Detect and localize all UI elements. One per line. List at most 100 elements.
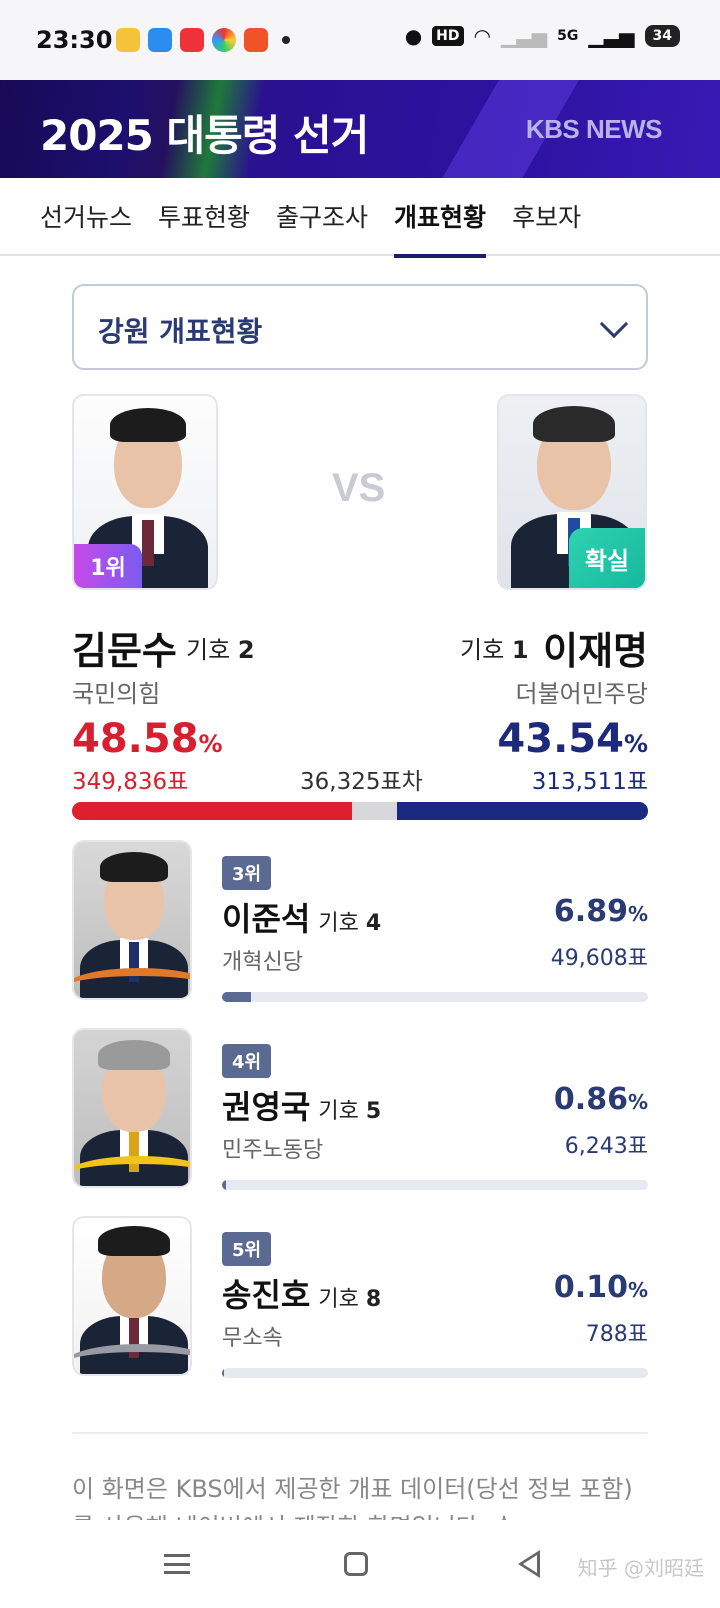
status-time: 23:30 — [36, 26, 113, 54]
candidate-name: 송진호 기호 8 — [222, 1270, 381, 1316]
xiaohongshu-icon — [180, 28, 204, 52]
candidate-percent: 6.89% — [554, 894, 648, 929]
notification-icons — [116, 28, 290, 52]
battery-icon: 34 — [644, 25, 680, 47]
tab-count[interactable]: 개표현황 — [394, 178, 487, 258]
confirmed-badge: 확실 — [569, 528, 645, 588]
percent-value: 0.86 — [553, 1082, 628, 1117]
photo-hair — [100, 852, 168, 882]
runner-up-photo[interactable]: 확실 — [497, 394, 647, 590]
leader-name: 김문수 — [72, 629, 177, 673]
kbs-news-logo[interactable]: KBS NEWS — [526, 114, 663, 145]
head-to-head-bar — [72, 802, 648, 820]
percent-sign: % — [198, 730, 223, 758]
candidate-share-fill — [222, 1368, 224, 1378]
candidate-photo — [72, 1028, 192, 1188]
candidate-row[interactable]: 4위 권영국 기호 5 민주노동당 0.86% 6,243표 — [72, 1028, 648, 1196]
signal-icon: ▁▃▅ — [500, 24, 548, 48]
percent-sign: % — [627, 902, 648, 926]
percent-sign: % — [627, 1090, 648, 1114]
rank-tag: 4위 — [222, 1044, 272, 1078]
candidate-share-fill — [222, 1180, 226, 1190]
banner-title: 2025 대통령 선거 — [40, 111, 369, 160]
recent-apps-button[interactable] — [164, 1554, 190, 1574]
photo-swoosh — [74, 1344, 190, 1374]
candidate-share-bar — [222, 1368, 648, 1378]
candidate-photo — [72, 1216, 192, 1376]
region-select[interactable]: 강원 개표현황 — [72, 284, 648, 370]
runner-up-number: 기호 1 — [460, 630, 529, 665]
runner-up-votes: 313,511표 — [531, 769, 648, 795]
candidate-share-fill — [222, 992, 252, 1002]
election-tabs: 선거뉴스 투표현황 출구조사 개표현황 후보자 — [0, 178, 720, 258]
status-right: ● HD ◠ ▁▃▅ 5G ▁▃▅ 34 — [405, 24, 680, 48]
candidate-party: 개혁신당 — [222, 950, 303, 975]
video-icon — [244, 28, 268, 52]
vs-label: VS — [332, 466, 386, 510]
rank-tag: 3위 — [222, 856, 272, 890]
leader-percent: 48.58% — [72, 716, 223, 762]
tab-candidates[interactable]: 후보자 — [512, 178, 581, 256]
leader-votes: 349,836표 — [72, 769, 189, 795]
tab-turnout[interactable]: 투표현황 — [158, 178, 250, 256]
leader-photo[interactable]: 1위 — [72, 394, 218, 590]
percent-value: 43.54 — [497, 716, 624, 762]
candidate-number: 기호 5 — [318, 1099, 381, 1124]
number-label: 기호 — [460, 636, 505, 664]
bubble-icon — [148, 28, 172, 52]
photo-swoosh — [74, 1156, 190, 1186]
location-icon: ● — [404, 24, 423, 48]
number-value: 5 — [365, 1099, 382, 1124]
leader-share-bar — [72, 802, 352, 820]
photo-hair — [98, 1226, 170, 1256]
vote-margin: 36,325표차 — [300, 769, 423, 795]
home-button[interactable] — [344, 1552, 368, 1576]
candidate-name-text: 권영국 — [222, 1088, 311, 1126]
candidate-percent: 0.10% — [554, 1270, 648, 1305]
candidate-votes: 788표 — [585, 1322, 648, 1347]
signal-icon-2: ▁▃▅ — [588, 24, 635, 48]
photo-hair — [98, 1040, 170, 1070]
rank-tag: 5위 — [222, 1232, 272, 1266]
back-button[interactable] — [518, 1550, 540, 1578]
candidate-name-text: 이준석 — [222, 900, 311, 938]
watermark: 知乎 @刘昭廷 — [577, 1556, 704, 1580]
divider — [72, 1432, 648, 1434]
rank-badge: 1위 — [74, 544, 142, 588]
hd-icon: HD — [432, 26, 464, 46]
percent-sign: % — [623, 730, 648, 758]
number-label: 기호 — [318, 1287, 359, 1312]
region-select-value: 강원 개표현황 — [98, 315, 263, 348]
candidate-name-text: 송진호 — [222, 1276, 311, 1314]
candidate-votes: 49,608표 — [550, 946, 648, 971]
runner-up-party: 더불어민주당 — [515, 680, 648, 708]
candidate-party: 민주노동당 — [222, 1138, 324, 1163]
number-label: 기호 — [318, 1099, 359, 1124]
number-value: 8 — [365, 1287, 382, 1312]
number-label: 기호 — [318, 911, 359, 936]
tab-news[interactable]: 선거뉴스 — [40, 178, 132, 256]
photo-swoosh — [74, 968, 190, 998]
percent-value: 6.89 — [553, 894, 628, 929]
number-label: 기호 — [186, 636, 231, 664]
percent-value: 48.58 — [72, 716, 199, 762]
number-value: 1 — [511, 636, 529, 664]
candidate-party: 무소속 — [222, 1326, 283, 1351]
leader-number: 기호 2 — [186, 630, 255, 665]
network-type: 5G — [557, 28, 579, 44]
number-value: 4 — [365, 911, 382, 936]
weibo-icon — [116, 28, 140, 52]
candidate-percent: 0.86% — [554, 1082, 648, 1117]
runner-up-share-bar — [397, 802, 648, 820]
wifi-icon: ◠ — [473, 24, 491, 48]
tab-exit-poll[interactable]: 출구조사 — [276, 178, 368, 256]
election-banner: 2025 대통령 선거 KBS NEWS — [0, 80, 720, 178]
photo-tie — [142, 520, 154, 566]
candidate-number: 기호 8 — [318, 1287, 381, 1312]
candidate-row[interactable]: 5위 송진호 기호 8 무소속 0.10% 788표 — [72, 1216, 648, 1384]
candidate-number: 기호 4 — [318, 911, 381, 936]
more-notifications-dot — [282, 36, 290, 44]
candidate-row[interactable]: 3위 이준석 기호 4 개혁신당 6.89% 49,608표 — [72, 840, 648, 1008]
candidate-photo — [72, 840, 192, 1000]
candidate-votes: 6,243표 — [564, 1134, 648, 1159]
